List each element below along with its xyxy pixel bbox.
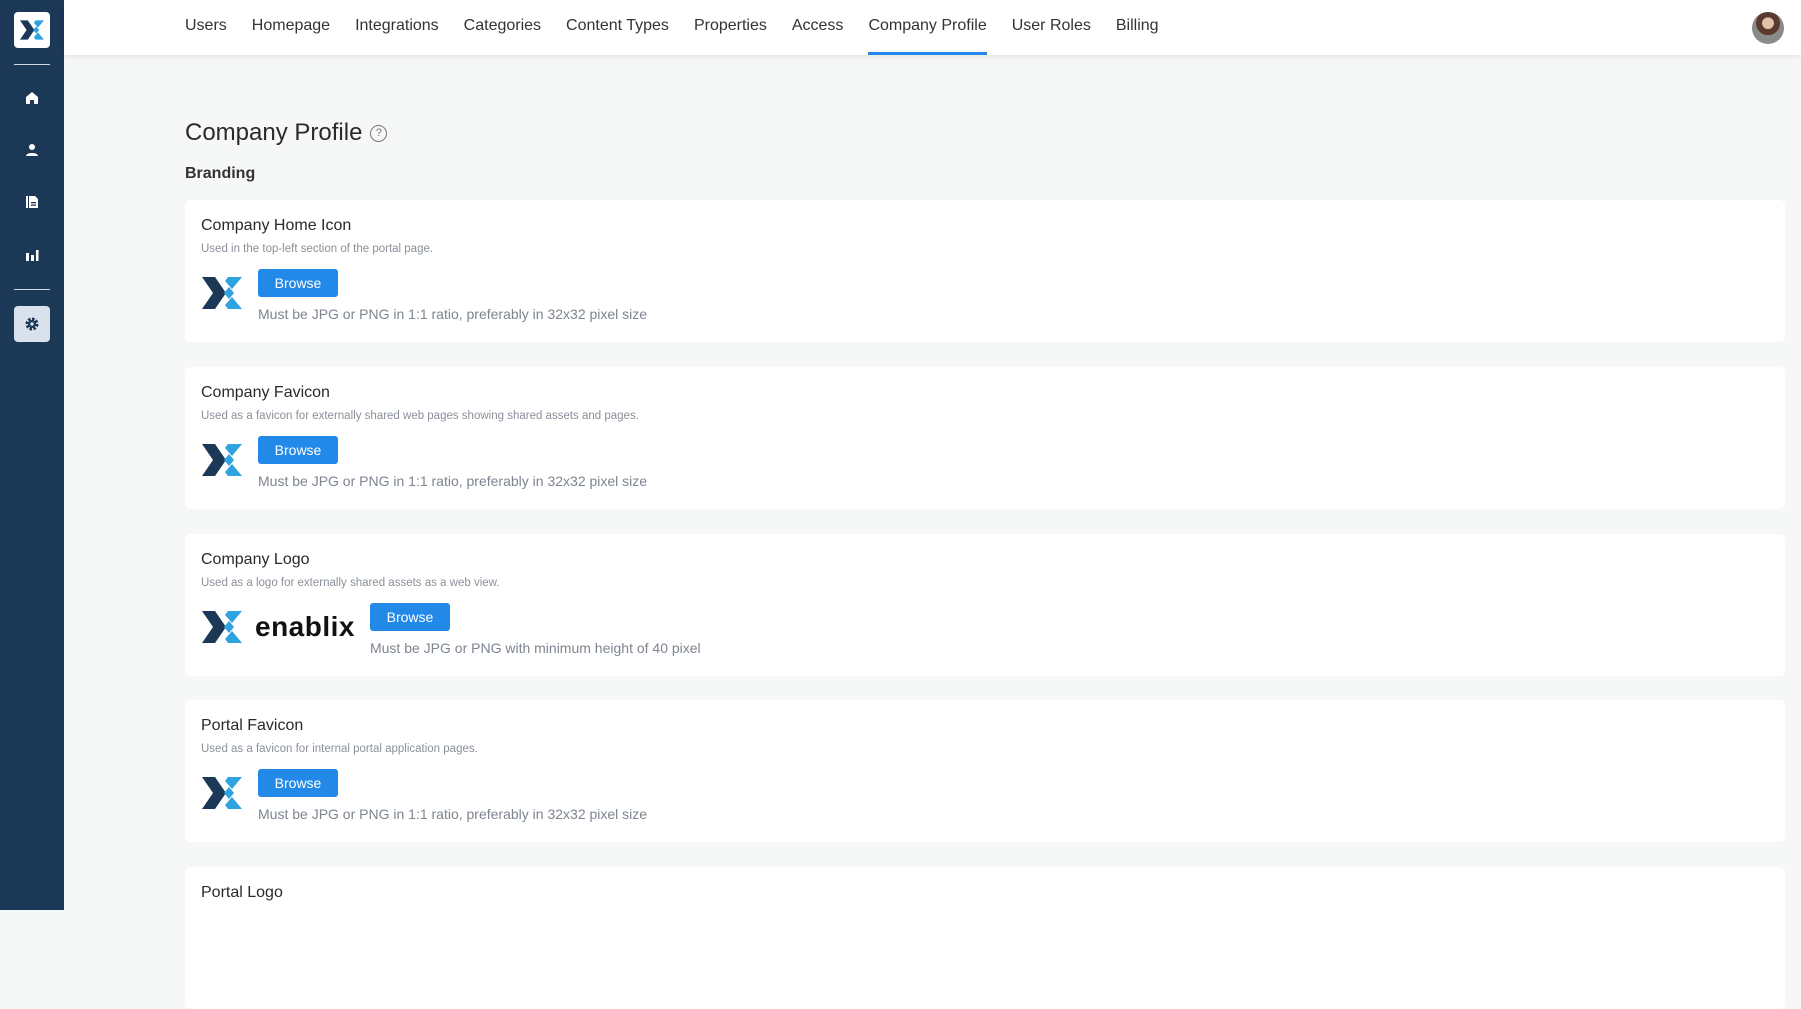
gear-icon <box>25 317 39 331</box>
tab-integrations[interactable]: Integrations <box>355 0 439 55</box>
tab-user-roles[interactable]: User Roles <box>1012 0 1091 55</box>
card-description: Used as a favicon for internal portal ap… <box>201 743 478 755</box>
sidebar-item-home[interactable] <box>14 80 50 116</box>
card-title: Company Favicon <box>201 384 330 401</box>
image-preview <box>201 777 243 809</box>
upload-hint: Must be JPG or PNG in 1:1 ratio, prefera… <box>258 306 648 322</box>
browse-button[interactable]: Browse <box>258 769 338 797</box>
card-portal-logo: Portal Logo <box>185 867 1785 1009</box>
card-description: Used in the top-left section of the port… <box>201 243 434 255</box>
tab-bar: Users Homepage Integrations Categories Conte… <box>185 0 1159 55</box>
tab-categories[interactable]: Categories <box>464 0 541 55</box>
card-description: Used as a logo for externally shared ass… <box>201 577 500 589</box>
browse-button[interactable]: Browse <box>258 269 338 297</box>
browse-button[interactable]: Browse <box>369 603 450 631</box>
card-company-home-icon: Company Home Icon Used in the top-left se… <box>185 200 1785 342</box>
card-description: Used as a favicon for externally shared … <box>201 410 639 422</box>
enablix-logo-icon <box>201 444 243 476</box>
card-portal-favicon: Portal Favicon Used as a favicon for inte… <box>185 700 1785 842</box>
card-title: Company Logo <box>201 551 310 568</box>
divider <box>14 289 50 290</box>
card-company-favicon: Company Favicon Used as a favicon for ext… <box>185 367 1785 509</box>
sidebar <box>0 0 64 910</box>
card-title: Company Home Icon <box>201 217 352 234</box>
sidebar-item-content[interactable] <box>14 184 50 220</box>
page-title: Company Profile? <box>185 119 388 147</box>
sidebar-item-settings[interactable] <box>14 306 50 342</box>
browse-button[interactable]: Browse <box>258 436 338 464</box>
page-title-text: Company Profile <box>185 119 363 146</box>
tab-users[interactable]: Users <box>185 0 227 55</box>
card-company-logo: Company Logo Used as a logo for externall… <box>185 534 1785 676</box>
divider <box>14 64 50 65</box>
document-icon <box>26 196 38 208</box>
tab-content-types[interactable]: Content Types <box>566 0 669 55</box>
avatar[interactable] <box>1752 12 1784 44</box>
tab-homepage[interactable]: Homepage <box>252 0 330 55</box>
tab-properties[interactable]: Properties <box>694 0 767 55</box>
app-logo[interactable] <box>14 12 50 48</box>
brand-wordmark: enablix <box>255 611 355 642</box>
section-heading-branding: Branding <box>185 165 256 182</box>
enablix-logo-icon <box>201 777 243 809</box>
image-preview <box>201 444 243 476</box>
enablix-logo-icon <box>201 611 243 643</box>
tab-company-profile[interactable]: Company Profile <box>868 0 987 55</box>
top-nav: Users Homepage Integrations Categories Conte… <box>64 0 1801 55</box>
card-title: Portal Logo <box>201 884 283 901</box>
image-preview <box>201 277 243 309</box>
upload-hint: Must be JPG or PNG with minimum height o… <box>369 640 701 656</box>
sidebar-item-users[interactable] <box>14 132 50 168</box>
sidebar-item-analytics[interactable] <box>14 237 50 273</box>
logo-icon <box>20 20 44 40</box>
tab-access[interactable]: Access <box>792 0 844 55</box>
help-icon[interactable]: ? <box>370 124 388 142</box>
user-icon <box>26 144 38 156</box>
bar-chart-icon <box>26 250 39 261</box>
upload-hint: Must be JPG or PNG in 1:1 ratio, prefera… <box>258 806 648 822</box>
enablix-logo-icon <box>201 277 243 309</box>
card-title: Portal Favicon <box>201 717 304 734</box>
home-icon <box>26 92 38 104</box>
tab-billing[interactable]: Billing <box>1116 0 1159 55</box>
upload-hint: Must be JPG or PNG in 1:1 ratio, prefera… <box>258 473 648 489</box>
image-preview: enablix <box>201 611 355 643</box>
